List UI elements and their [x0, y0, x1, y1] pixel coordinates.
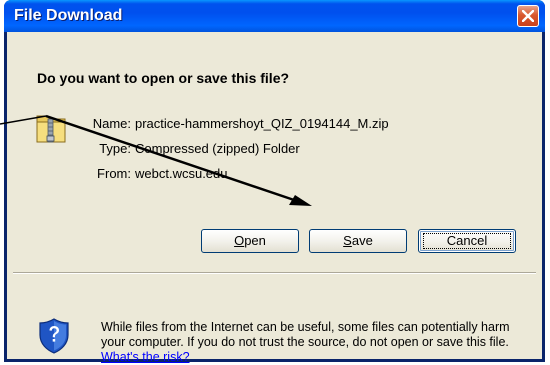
open-accelerator: O	[234, 233, 245, 248]
file-type-label: Type:	[99, 141, 131, 156]
security-warning: While files from the Internet can be use…	[101, 320, 531, 365]
file-name-row: Name: practice-hammershoyt_QIZ_0194144_M.…	[79, 116, 389, 131]
file-from-value: webct.wcsu.edu	[135, 166, 228, 181]
window-title: File Download	[14, 7, 123, 24]
file-name-value: practice-hammershoyt_QIZ_0194144_M.zip	[135, 116, 389, 131]
separator	[13, 272, 536, 274]
zip-folder-icon	[36, 115, 66, 143]
save-button[interactable]: Save	[309, 229, 407, 253]
focus-rectangle	[423, 233, 511, 249]
save-label: ave	[351, 233, 373, 248]
warning-text: While files from the Internet can be use…	[101, 320, 510, 349]
title-bar[interactable]: File Download	[4, 0, 545, 32]
file-name-label: Name:	[92, 116, 131, 131]
file-download-window: File Download Do you want to open or sav…	[4, 0, 545, 364]
open-label: pen	[244, 233, 266, 248]
cancel-button[interactable]: Cancel	[418, 229, 516, 253]
file-type-value: Compressed (zipped) Folder	[135, 141, 300, 156]
close-button[interactable]	[517, 5, 539, 27]
dialog-body: Do you want to open or save this file? N…	[7, 32, 542, 364]
open-button[interactable]: Open	[201, 229, 299, 253]
file-type-row: Type: Compressed (zipped) Folder	[79, 141, 300, 156]
file-from-label: From:	[97, 166, 131, 181]
close-icon	[522, 10, 534, 22]
dialog-question: Do you want to open or save this file?	[37, 70, 290, 86]
file-from-row: From: webct.wcsu.edu	[79, 166, 228, 181]
save-accelerator: S	[343, 233, 352, 248]
risk-link[interactable]: What's the risk?	[101, 350, 190, 364]
security-shield-icon	[39, 318, 69, 354]
